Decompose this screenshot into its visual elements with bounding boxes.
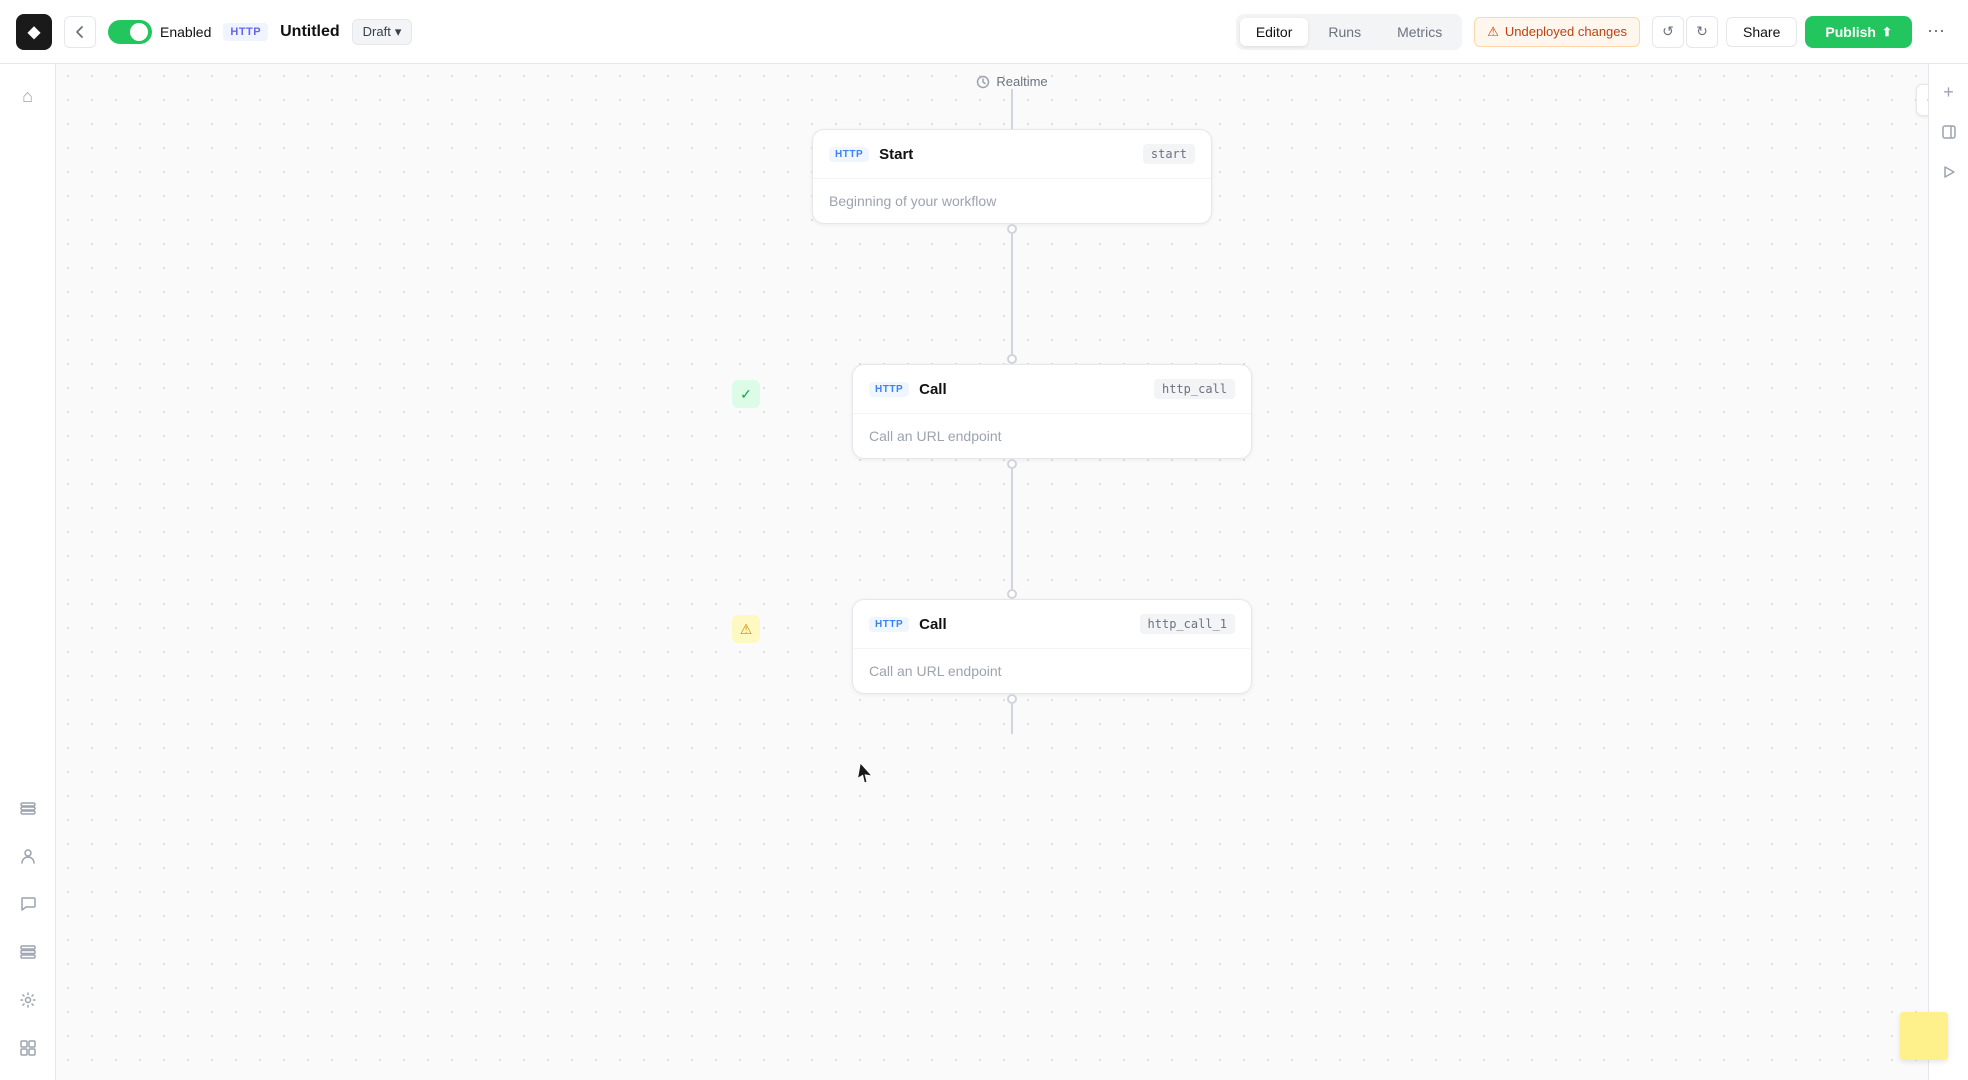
- start-node-header: HTTP Start start: [813, 130, 1211, 179]
- start-node-body: Beginning of your workflow: [813, 179, 1211, 223]
- canvas[interactable]: Realtime HTTP Start start Beginning of y…: [56, 64, 1968, 1080]
- start-node-id: start: [1143, 144, 1195, 164]
- panel-toggle-icon[interactable]: [1933, 116, 1965, 148]
- start-node[interactable]: HTTP Start start Beginning of your workf…: [812, 129, 1212, 224]
- topbar: ◆ Enabled HTTP Untitled editor Draft ▾ E…: [0, 0, 1968, 64]
- call2-node-header: HTTP Call http_call_1: [853, 600, 1251, 649]
- app-logo: ◆: [16, 14, 52, 50]
- play-icon[interactable]: [1933, 156, 1965, 188]
- redo-button[interactable]: ↻: [1686, 16, 1718, 48]
- undo-redo-group: ↺ ↻: [1652, 16, 1718, 48]
- call2-http-badge: HTTP: [869, 617, 909, 632]
- call1-node-id: http_call: [1154, 379, 1235, 399]
- zoom-in-icon[interactable]: +: [1933, 76, 1965, 108]
- tab-runs[interactable]: Runs: [1312, 18, 1377, 46]
- http-badge: HTTP: [223, 23, 268, 41]
- warning-icon: ⚠: [1487, 24, 1499, 40]
- call2-status-icon: ⚠: [732, 615, 760, 643]
- publish-icon: ⬆: [1882, 25, 1892, 39]
- call1-http-badge: HTTP: [869, 382, 909, 397]
- back-button[interactable]: [64, 16, 96, 48]
- call1-node-wrapper: ✓ HTTP Call http_call Call an URL endpoi…: [772, 364, 1252, 459]
- topbar-actions: ↺ ↻ Share Publish ⬆ ⋯: [1652, 16, 1952, 48]
- sticky-note[interactable]: [1900, 1012, 1948, 1060]
- call2-node-id: http_call_1: [1140, 614, 1235, 634]
- start-node-title: Start: [879, 146, 1133, 163]
- call2-node-body: Call an URL endpoint: [853, 649, 1251, 693]
- connector-below-call2: [812, 694, 1212, 734]
- tab-metrics[interactable]: Metrics: [1381, 18, 1458, 46]
- canvas-right-panel: +: [1928, 64, 1968, 1080]
- publish-button[interactable]: Publish ⬆: [1805, 16, 1912, 48]
- enable-toggle-wrapper: Enabled: [108, 20, 211, 44]
- sidebar-item-home[interactable]: ⌂: [8, 76, 48, 116]
- call1-status-icon: ✓: [732, 380, 760, 408]
- undeployed-badge: ⚠ Undeployed changes: [1474, 17, 1640, 47]
- connector-start-call1: [812, 224, 1212, 364]
- call2-node-wrapper: ⚠ HTTP Call http_call_1 Call an URL endp…: [772, 599, 1252, 694]
- draft-label: Draft: [363, 24, 391, 39]
- draft-chevron: ▾: [395, 24, 402, 40]
- share-button[interactable]: Share: [1726, 17, 1797, 47]
- sidebar-item-chat[interactable]: [8, 884, 48, 924]
- call2-node-title: Call: [919, 616, 1129, 633]
- call1-node[interactable]: HTTP Call http_call Call an URL endpoint: [852, 364, 1252, 459]
- call1-node-body: Call an URL endpoint: [853, 414, 1251, 458]
- workflow-area: Realtime HTTP Start start Beginning of y…: [56, 64, 1968, 1080]
- start-node-wrapper: HTTP Start start Beginning of your workf…: [812, 129, 1212, 224]
- sidebar-item-history[interactable]: [8, 1028, 48, 1068]
- connector-call1-call2: [812, 459, 1212, 599]
- sidebar: ⌂: [0, 64, 56, 1080]
- sidebar-item-person[interactable]: [8, 836, 48, 876]
- tab-editor[interactable]: Editor: [1240, 18, 1309, 46]
- sidebar-item-layers[interactable]: [8, 932, 48, 972]
- sidebar-item-database[interactable]: [8, 788, 48, 828]
- call2-node[interactable]: HTTP Call http_call_1 Call an URL endpoi…: [852, 599, 1252, 694]
- nav-tabs: Editor Runs Metrics: [1236, 14, 1462, 50]
- enable-toggle[interactable]: [108, 20, 152, 44]
- realtime-label: Realtime: [976, 74, 1047, 89]
- main-layout: ⌂: [0, 64, 1968, 1080]
- start-http-badge: HTTP: [829, 147, 869, 162]
- undo-button[interactable]: ↺: [1652, 16, 1684, 48]
- workflow-title: Untitled: [280, 23, 340, 41]
- more-button[interactable]: ⋯: [1920, 16, 1952, 48]
- call1-node-title: Call: [919, 381, 1144, 398]
- enabled-label: Enabled: [160, 24, 211, 40]
- sidebar-item-settings[interactable]: [8, 980, 48, 1020]
- call1-node-header: HTTP Call http_call: [853, 365, 1251, 414]
- draft-button[interactable]: editor Draft ▾: [352, 19, 413, 45]
- connector-above-start: [812, 89, 1212, 129]
